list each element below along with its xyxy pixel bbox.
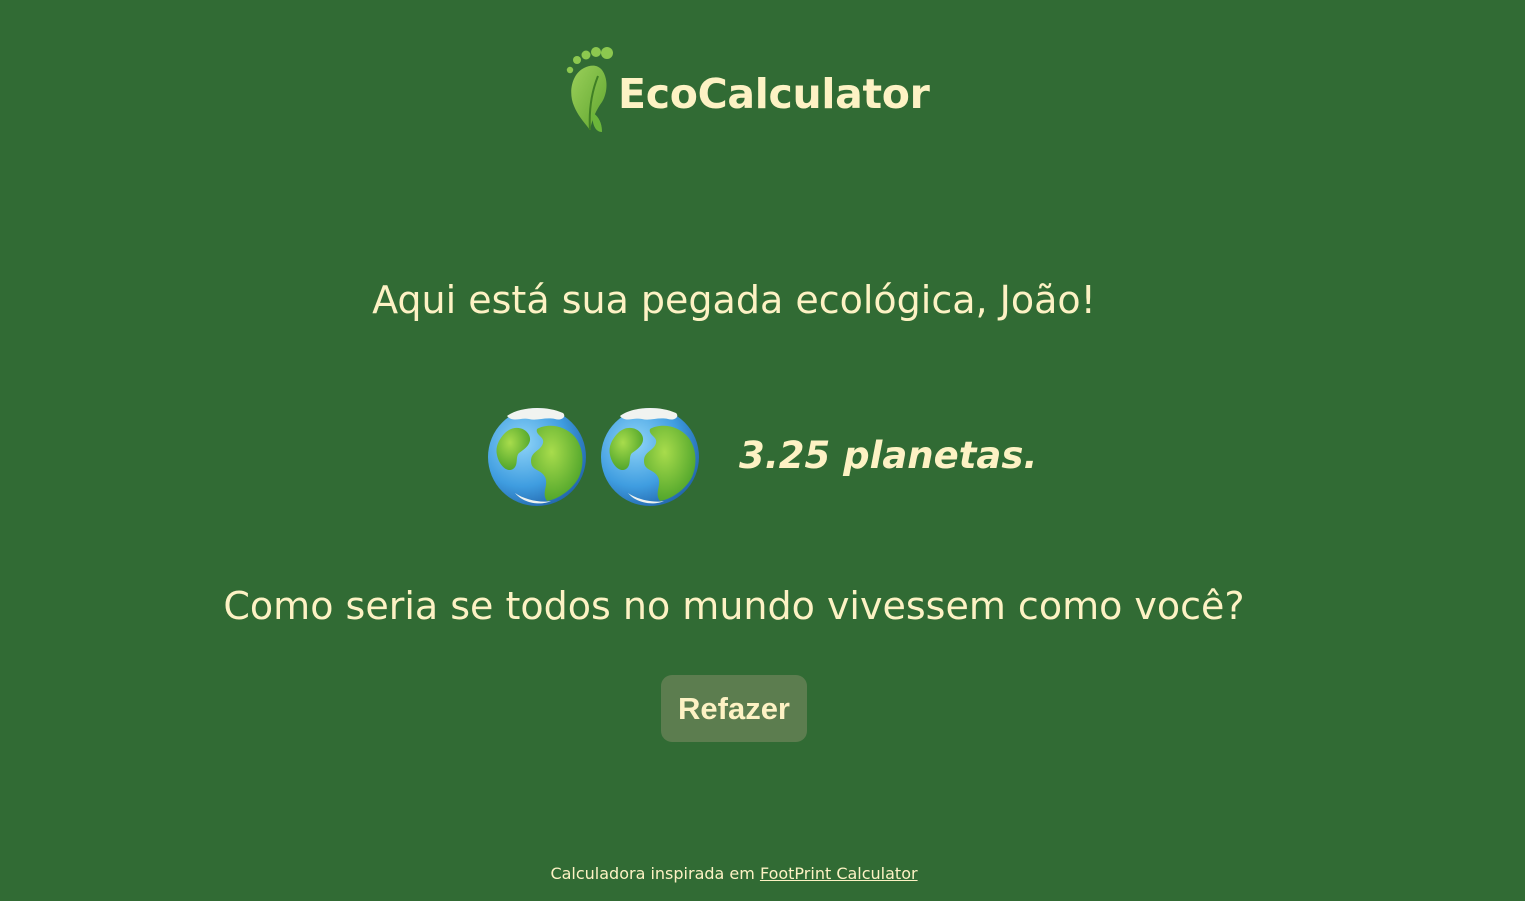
brand-title: EcoCalculator: [618, 70, 930, 118]
greeting-heading: Aqui está sua pegada ecológica, João!: [372, 278, 1096, 322]
result-page: EcoCalculator Aqui está sua pegada ecoló…: [0, 0, 1525, 901]
earth-globe-icon: [601, 407, 699, 506]
footprint-calculator-link[interactable]: FootPrint Calculator: [760, 864, 918, 883]
planets-value: 3.25 planetas.: [739, 433, 1038, 477]
header: EcoCalculator: [562, 44, 930, 136]
footer: Calculadora inspirada em FootPrint Calcu…: [0, 864, 1468, 883]
redo-button[interactable]: Refazer: [661, 675, 807, 742]
question-heading: Como seria se todos no mundo vivessem co…: [223, 584, 1245, 628]
footprint-leaf-icon: [566, 47, 613, 132]
footprint-result: 3.25 planetas.: [485, 402, 1037, 508]
footer-text: Calculadora inspirada em: [550, 864, 755, 883]
earth-globe-icon: [488, 407, 586, 506]
